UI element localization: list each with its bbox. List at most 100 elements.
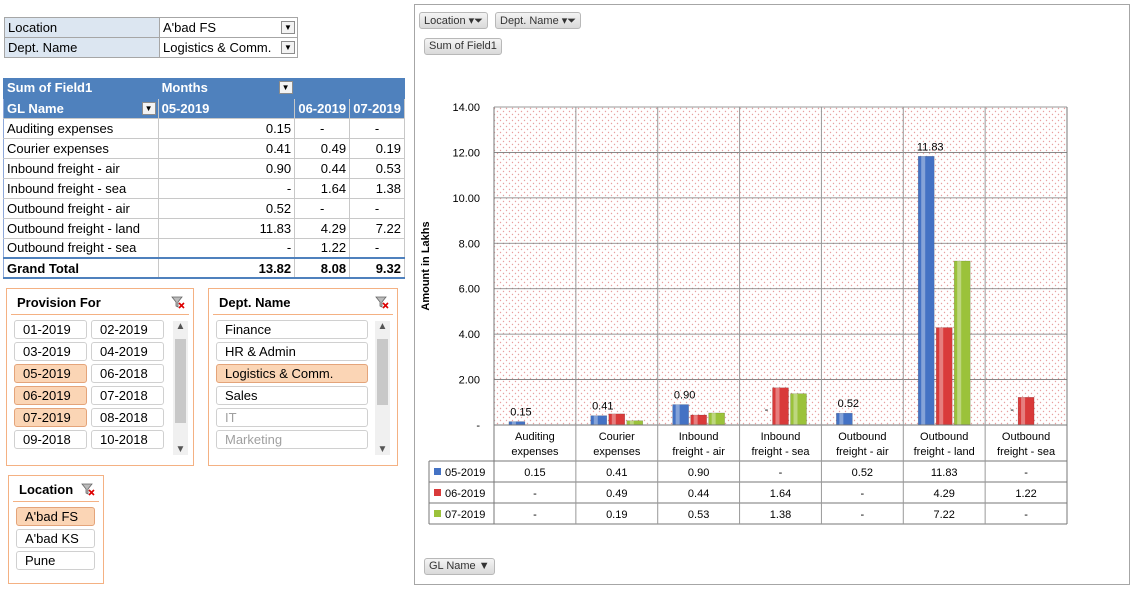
filter-dropdown-icon[interactable]: ▼ xyxy=(281,41,295,54)
filter-row-dept: Dept. Name Logistics & Comm. ▼ xyxy=(4,37,298,58)
bar xyxy=(672,404,689,426)
data-label: - xyxy=(1010,404,1014,416)
slicer-item[interactable]: 08-2018 xyxy=(91,408,164,427)
slicer-dept-name: Dept. Name Finance HR & Admin Logistics & … xyxy=(208,288,398,466)
slicer-item[interactable]: 02-2019 xyxy=(91,320,164,339)
bar-highlight xyxy=(611,413,616,425)
scroll-down-icon[interactable]: ▼ xyxy=(173,444,188,455)
bar xyxy=(626,420,644,426)
gl-name-dropdown-icon[interactable]: ▼ xyxy=(141,101,156,115)
chart-canvas: - 2.00 4.00 6.00 8.00 10.00 12.00 14.00 Amount i… xyxy=(420,102,1068,525)
column-field-label: Months xyxy=(161,80,208,96)
series-name: 07-2019 xyxy=(445,509,485,521)
data-label: 0.90 xyxy=(674,390,695,402)
table-value: 0.19 xyxy=(606,509,627,521)
bar xyxy=(508,421,526,426)
filter-key: Location xyxy=(4,17,160,38)
category-label: Outbound xyxy=(1002,431,1050,443)
filter-dropdown-icon[interactable]: ▼ xyxy=(281,21,295,34)
value-cell: - xyxy=(294,198,351,219)
slicer-item[interactable]: 06-2018 xyxy=(91,364,164,383)
clear-filter-icon[interactable] xyxy=(81,482,95,496)
clear-filter-icon[interactable] xyxy=(171,295,185,309)
bar xyxy=(708,412,725,426)
slicer-item[interactable]: Finance xyxy=(216,320,368,339)
bar-highlight xyxy=(839,413,844,425)
data-label: 11.83 xyxy=(917,141,944,153)
category-label: expenses xyxy=(511,446,559,458)
bar-highlight xyxy=(793,393,798,425)
grand-total-cell: 9.32 xyxy=(349,257,405,279)
slicer-item[interactable]: A'bad KS xyxy=(16,529,95,548)
slicer-item[interactable]: 01-2019 xyxy=(14,320,87,339)
clear-filter-icon[interactable] xyxy=(375,295,389,309)
grand-total-label: Grand Total xyxy=(3,257,159,279)
filter-key: Dept. Name xyxy=(4,37,160,58)
bar xyxy=(935,327,953,426)
scroll-down-icon[interactable]: ▼ xyxy=(375,444,390,455)
scroll-up-icon[interactable]: ▲ xyxy=(375,321,390,332)
category-label: Inbound xyxy=(761,431,801,443)
slicer-item[interactable]: HR & Admin xyxy=(216,342,368,361)
legend-key xyxy=(434,489,441,496)
slicer-scrollbar[interactable]: ▲ ▼ xyxy=(375,321,390,455)
category-label: freight - air xyxy=(672,446,725,458)
filter-value[interactable]: A'bad FS ▼ xyxy=(159,17,298,38)
data-label: 0.41 xyxy=(592,401,613,413)
slicer-item[interactable]: Pune xyxy=(16,551,95,570)
slicer-item[interactable]: Logistics & Comm. xyxy=(216,364,368,383)
filter-value[interactable]: Logistics & Comm. ▼ xyxy=(159,37,298,58)
pivot-chart[interactable]: Location ▾⏷ Dept. Name ▾⏷ Sum of Field1 … xyxy=(414,4,1130,585)
slicer-item[interactable]: 05-2019 xyxy=(14,364,87,383)
scroll-thumb[interactable] xyxy=(175,339,186,423)
value-cell: 0.15 xyxy=(158,118,296,139)
slicer-item[interactable]: Marketing xyxy=(216,430,368,449)
filter-value-text: Logistics & Comm. xyxy=(163,40,272,55)
row-field-header[interactable]: GL Name ▼ xyxy=(3,98,159,119)
table-value: 1.22 xyxy=(1015,488,1036,500)
y-tick-label: - xyxy=(476,420,480,432)
pivot-table: Sum of Field1 Months ▼ GL Name ▼ 05-2019 0… xyxy=(3,78,406,279)
months-filter-icon[interactable]: ▼ xyxy=(278,81,293,94)
table-value: 7.22 xyxy=(934,509,955,521)
category-label: freight - air xyxy=(836,446,889,458)
value-cell: 0.49 xyxy=(294,138,351,159)
bar xyxy=(790,393,807,426)
pivot-row: Auditing expenses 0.15- - xyxy=(3,118,405,139)
table-value: - xyxy=(861,509,865,521)
slicer-item[interactable]: 07-2018 xyxy=(91,386,164,405)
slicer-item[interactable]: 10-2018 xyxy=(91,430,164,449)
scroll-thumb[interactable] xyxy=(377,339,388,405)
slicer-item[interactable]: 06-2019 xyxy=(14,386,87,405)
column-field-header[interactable]: Months ▼ xyxy=(158,78,406,99)
y-tick-label: 8.00 xyxy=(459,238,480,250)
row-field-label: GL Name xyxy=(7,100,64,116)
slicer-title-text: Location xyxy=(19,482,74,497)
slicer-item[interactable]: 03-2019 xyxy=(14,342,87,361)
slicer-item[interactable]: A'bad FS xyxy=(16,507,95,526)
grand-total-row: Grand Total 13.82 8.08 9.32 xyxy=(3,257,405,279)
month-header: 05-2019 xyxy=(158,98,296,119)
bar xyxy=(953,260,971,426)
legend-key xyxy=(434,468,441,475)
slicer-scrollbar[interactable]: ▲ ▼ xyxy=(173,321,188,455)
pivot-row: Courier expenses 0.41 0.49 0.19 xyxy=(3,138,405,159)
table-value: 0.15 xyxy=(524,467,545,479)
legend-key xyxy=(434,510,441,517)
category-label: Inbound xyxy=(679,431,719,443)
table-value: 0.90 xyxy=(688,467,709,479)
month-header: 07-2019 xyxy=(349,98,405,119)
scroll-up-icon[interactable]: ▲ xyxy=(173,321,188,332)
slicer-item[interactable]: IT xyxy=(216,408,368,427)
slicer-title: Dept. Name xyxy=(213,289,393,315)
slicer-title: Provision For xyxy=(11,289,189,315)
table-value: 0.41 xyxy=(606,467,627,479)
slicer-item[interactable]: 04-2019 xyxy=(91,342,164,361)
value-cell: - xyxy=(158,178,296,199)
slicer-item[interactable]: 09-2018 xyxy=(14,430,87,449)
table-value: 1.38 xyxy=(770,509,791,521)
table-value: - xyxy=(1024,467,1028,479)
data-label: 0.15 xyxy=(510,407,531,419)
slicer-item[interactable]: 07-2019 xyxy=(14,408,87,427)
slicer-item[interactable]: Sales xyxy=(216,386,368,405)
